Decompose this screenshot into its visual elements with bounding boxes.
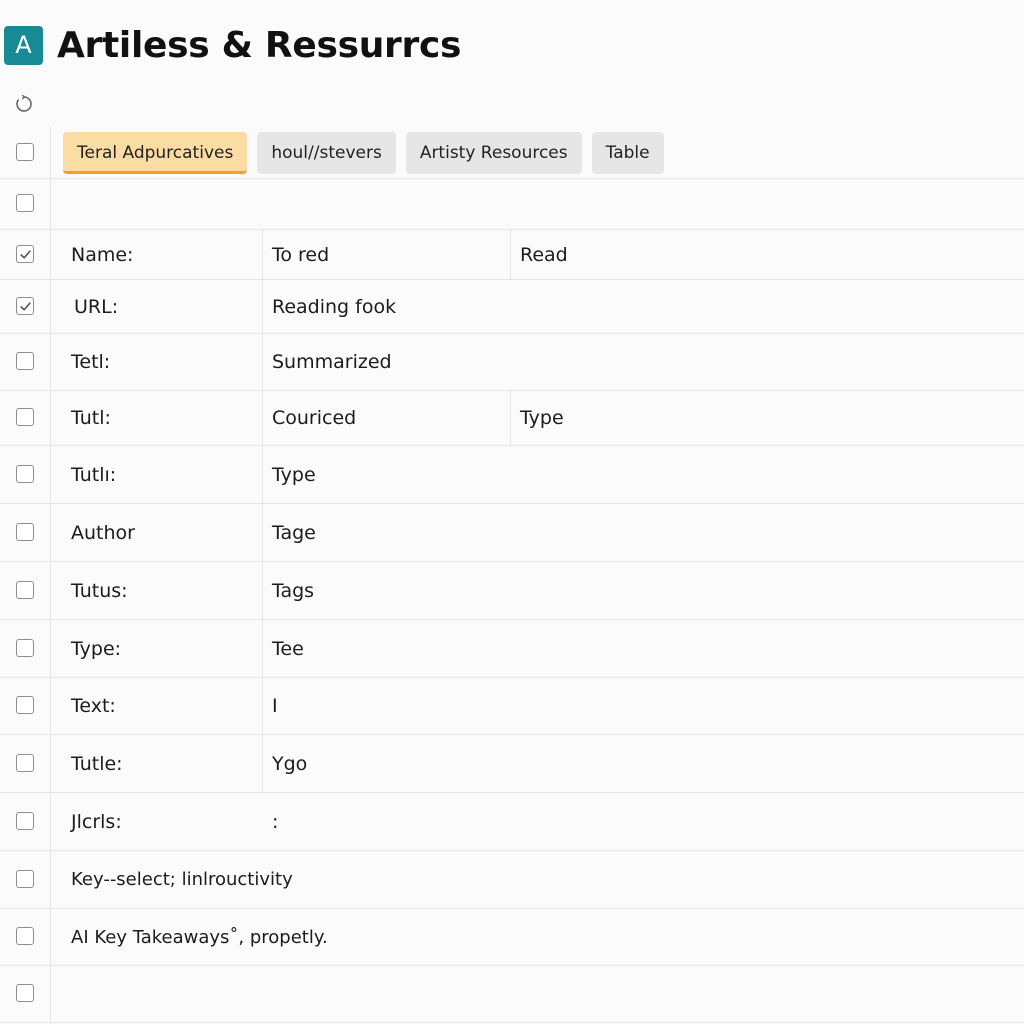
check-icon bbox=[19, 301, 31, 311]
table-row: Tutle: Ygo bbox=[0, 735, 1024, 793]
check-icon bbox=[19, 249, 31, 259]
field-value[interactable]: Type bbox=[272, 446, 316, 503]
view-tabs: Teral Adpurcatives houl//stevers Artisty… bbox=[63, 132, 664, 174]
field-label: Tutle: bbox=[71, 752, 123, 775]
field-value[interactable]: Summarized bbox=[272, 334, 392, 390]
table-row: Tutus: Tags bbox=[0, 562, 1024, 620]
row-checkbox[interactable] bbox=[16, 408, 34, 426]
column-divider bbox=[262, 735, 263, 792]
table-row: Tetl: Summarized bbox=[0, 334, 1024, 391]
row-checkbox[interactable] bbox=[16, 984, 34, 1002]
field-value[interactable]: : bbox=[272, 793, 278, 850]
table-row: Tutlı: Type bbox=[0, 446, 1024, 504]
select-all-checkbox[interactable] bbox=[16, 143, 34, 161]
field-value[interactable]: Reading fook bbox=[272, 280, 396, 333]
page-title: Artiless & Ressurrcs bbox=[57, 24, 462, 66]
column-divider bbox=[262, 446, 263, 503]
column-divider bbox=[510, 391, 511, 445]
table-row: Type: Tee bbox=[0, 620, 1024, 678]
field-label: URL: bbox=[74, 295, 119, 318]
field-label: Tutus: bbox=[71, 579, 128, 602]
row-checkbox[interactable] bbox=[16, 639, 34, 657]
column-divider bbox=[262, 678, 263, 734]
field-label: Text: bbox=[71, 695, 116, 717]
field-label: Jlcrls: bbox=[71, 810, 122, 833]
column-divider bbox=[510, 230, 511, 279]
tab-teral-adpurcatives[interactable]: Teral Adpurcatives bbox=[63, 132, 248, 174]
table-row: URL: Reading fook bbox=[0, 280, 1024, 334]
app-header: A Artiless & Ressurrcs bbox=[4, 24, 461, 66]
note-text[interactable]: AI Key Takeaways˚, propetly. bbox=[71, 909, 328, 965]
tab-table[interactable]: Table bbox=[591, 132, 664, 174]
field-label: Author bbox=[71, 521, 135, 544]
tab-houl-stevers[interactable]: houl//stevers bbox=[257, 132, 396, 174]
field-label: Tutlı: bbox=[71, 463, 117, 486]
field-value-extra[interactable]: Type bbox=[520, 391, 564, 445]
tab-artisty-resources[interactable]: Artisty Resources bbox=[405, 132, 582, 174]
column-divider bbox=[262, 391, 263, 445]
table-row: Jlcrls: : bbox=[0, 793, 1024, 851]
column-divider bbox=[262, 334, 263, 390]
refresh-icon[interactable] bbox=[14, 94, 34, 114]
field-value[interactable]: I bbox=[272, 678, 278, 734]
field-value[interactable]: Tee bbox=[272, 620, 304, 677]
column-divider bbox=[262, 230, 263, 279]
column-divider bbox=[262, 280, 263, 333]
field-value[interactable]: Couriced bbox=[272, 391, 356, 445]
note-text[interactable]: Key--select; linlrouctivity bbox=[71, 851, 293, 908]
field-label: Tetl: bbox=[71, 351, 111, 373]
column-divider bbox=[262, 562, 263, 619]
table-row: Tutl: Couriced Type bbox=[0, 391, 1024, 446]
table-row-empty bbox=[0, 966, 1024, 1023]
field-value[interactable]: To red bbox=[272, 230, 329, 279]
row-checkbox[interactable] bbox=[16, 297, 34, 315]
row-checkbox[interactable] bbox=[16, 754, 34, 772]
field-value-extra[interactable]: Read bbox=[520, 230, 568, 279]
app-logo: A bbox=[4, 25, 43, 65]
table-row: Name: To red Read bbox=[0, 230, 1024, 280]
row-checkbox[interactable] bbox=[16, 581, 34, 599]
row-checkbox[interactable] bbox=[16, 812, 34, 830]
table-row: Text: I bbox=[0, 678, 1024, 735]
row-checkbox[interactable] bbox=[16, 465, 34, 483]
table-row: Author Tage bbox=[0, 504, 1024, 562]
column-divider bbox=[262, 504, 263, 561]
row-checkbox[interactable] bbox=[16, 245, 34, 263]
field-value[interactable]: Tage bbox=[272, 504, 316, 561]
row-checkbox[interactable] bbox=[16, 696, 34, 714]
field-label: Tutl: bbox=[71, 407, 111, 429]
field-value[interactable]: Tags bbox=[272, 562, 314, 619]
field-value[interactable]: Ygo bbox=[272, 735, 307, 792]
field-label: Name: bbox=[71, 243, 134, 266]
column-divider bbox=[262, 620, 263, 677]
row-checkbox[interactable] bbox=[16, 870, 34, 888]
table-row-empty bbox=[0, 179, 1024, 230]
row-checkbox[interactable] bbox=[16, 194, 34, 212]
field-label: Type: bbox=[71, 637, 122, 660]
note-row: AI Key Takeaways˚, propetly. bbox=[0, 909, 1024, 966]
note-row: Key--select; linlrouctivity bbox=[0, 851, 1024, 909]
row-checkbox[interactable] bbox=[16, 352, 34, 370]
row-checkbox[interactable] bbox=[16, 523, 34, 541]
row-checkbox[interactable] bbox=[16, 927, 34, 945]
